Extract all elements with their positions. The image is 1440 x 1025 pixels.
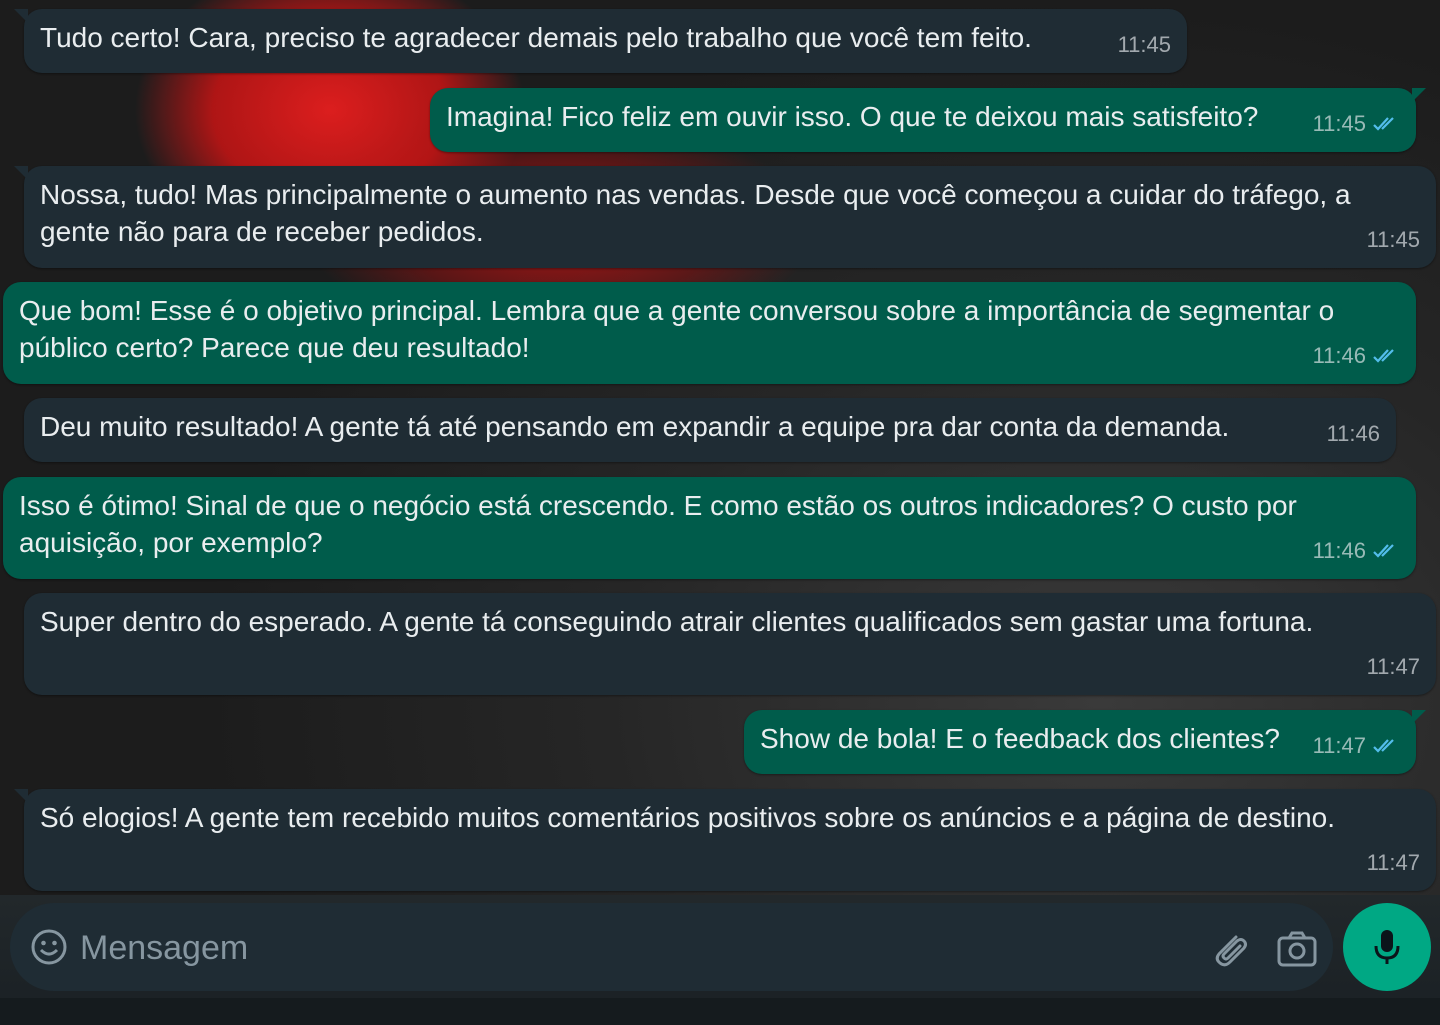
message-outgoing[interactable]: Isso é ótimo! Sinal de que o negócio est… [3,477,1416,579]
message-time: 11:45 [1366,227,1420,252]
message-text: Show de bola! E o feedback dos clientes? [760,723,1280,754]
message-text: Nossa, tudo! Mas principalmente o aument… [40,179,1351,247]
message-incoming[interactable]: Só elogios! A gente tem recebido muitos … [14,789,1436,891]
message-time: 11:46 [1312,538,1366,563]
double-check-read-icon [1373,116,1394,131]
message-incoming[interactable]: Deu muito resultado! A gente tá até pens… [24,398,1396,462]
message-incoming[interactable]: Super dentro do esperado. A gente tá con… [24,593,1436,695]
message-outgoing[interactable]: Que bom! Esse é o objetivo principal. Le… [3,282,1416,384]
camera-icon[interactable] [1276,929,1318,969]
message-outgoing[interactable]: Show de bola! E o feedback dos clientes?… [744,710,1426,774]
double-check-read-icon [1373,348,1394,363]
double-check-read-icon [1373,543,1394,558]
message-incoming[interactable]: Tudo certo! Cara, preciso te agradecer d… [14,9,1187,73]
double-check-read-icon [1373,738,1394,753]
message-outgoing[interactable]: Imagina! Fico feliz em ouvir isso. O que… [430,88,1426,152]
message-text: Imagina! Fico feliz em ouvir isso. O que… [446,101,1259,132]
message-incoming[interactable]: Nossa, tudo! Mas principalmente o aument… [14,166,1436,268]
message-time: 11:47 [1312,733,1366,758]
message-time: 11:47 [1366,654,1420,679]
message-time: 11:46 [1312,343,1366,368]
message-text: Deu muito resultado! A gente tá até pens… [40,411,1230,442]
message-time: 11:47 [1366,850,1420,875]
emoji-icon[interactable] [30,928,68,966]
message-text: Tudo certo! Cara, preciso te agradecer d… [40,22,1032,53]
message-time: 11:46 [1326,421,1380,446]
message-input[interactable] [78,923,1182,973]
message-text: Só elogios! A gente tem recebido muitos … [40,802,1336,833]
message-text: Isso é ótimo! Sinal de que o negócio est… [19,490,1297,558]
navigation-bar [0,998,1440,1025]
message-time: 11:45 [1117,32,1171,57]
message-text: Que bom! Esse é o objetivo principal. Le… [19,295,1335,363]
message-time: 11:45 [1312,111,1366,136]
message-composer[interactable] [10,903,1333,991]
chat-area[interactable]: Tudo certo! Cara, preciso te agradecer d… [0,0,1440,900]
mic-button[interactable] [1343,903,1431,991]
attach-icon[interactable] [1210,929,1250,969]
message-text: Super dentro do esperado. A gente tá con… [40,606,1314,637]
mic-icon [1374,930,1400,964]
